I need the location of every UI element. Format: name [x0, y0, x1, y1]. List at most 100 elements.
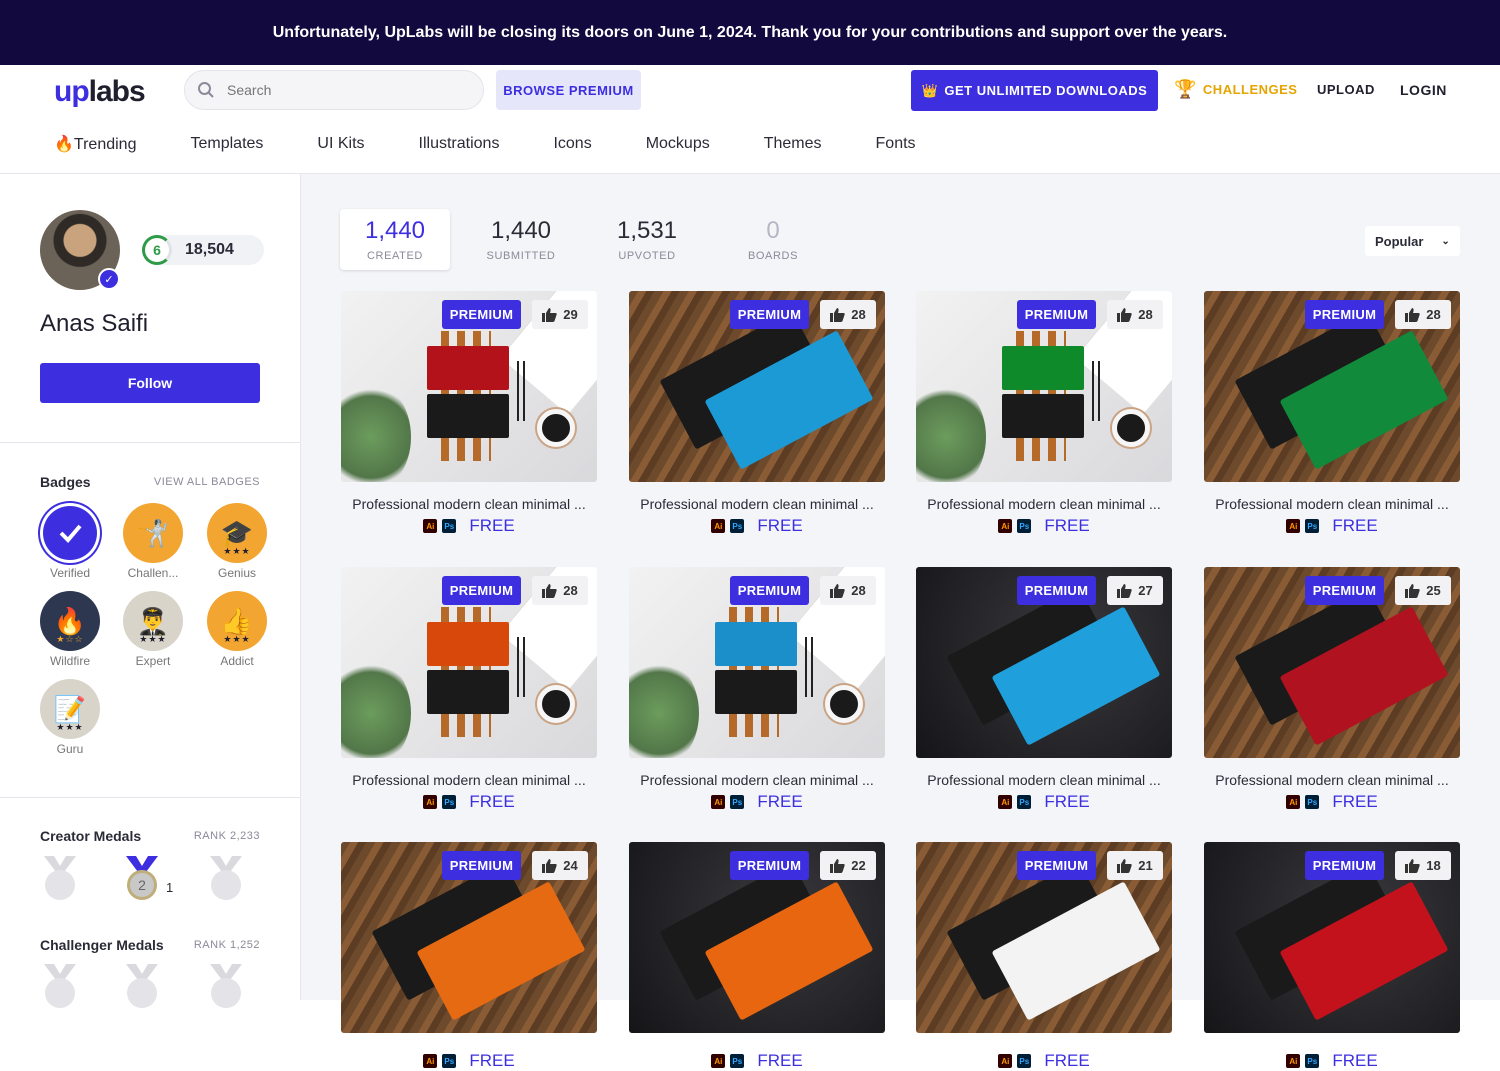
shot-thumbnail[interactable]: PREMIUM 28	[629, 567, 885, 758]
shot-thumbnail[interactable]: PREMIUM 28	[629, 291, 885, 482]
upload-link[interactable]: UPLOAD	[1317, 82, 1375, 97]
tab-upvoted[interactable]: 1,531 UPVOTED	[592, 209, 702, 270]
shot-thumbnail[interactable]: PREMIUM 27	[916, 567, 1172, 758]
badge-addict[interactable]: 👍 ★★★ Addict	[207, 591, 267, 668]
shot-card[interactable]: PREMIUM 29 Professional modern clean min…	[341, 291, 597, 536]
nav-item-icons[interactable]: Icons	[553, 135, 591, 153]
shot-thumbnail[interactable]: PREMIUM 18	[1204, 842, 1460, 1033]
shot-thumbnail[interactable]: PREMIUM 21	[916, 842, 1172, 1033]
shot-card[interactable]: PREMIUM 24 Ai Ps FREE	[341, 842, 597, 1071]
trophy-icon: 🏆	[1174, 79, 1197, 99]
shot-card[interactable]: PREMIUM 28 Professional modern clean min…	[1204, 291, 1460, 536]
shot-card[interactable]: PREMIUM 18 Ai Ps FREE	[1204, 842, 1460, 1071]
shot-title[interactable]: Professional modern clean minimal ...	[629, 496, 885, 512]
like-count: 28	[1426, 307, 1441, 322]
nav-item-templates[interactable]: Templates	[190, 135, 263, 153]
nav-item-trending[interactable]: 🔥Trending	[54, 134, 136, 154]
pencil-icon: 📝 ★★★	[40, 679, 100, 739]
shot-footer: Ai Ps FREE	[629, 792, 885, 812]
thumbs-up-icon	[1405, 307, 1420, 322]
shot-card[interactable]: PREMIUM 21 Ai Ps FREE	[916, 842, 1172, 1071]
shot-card[interactable]: PREMIUM 28 Professional modern clean min…	[341, 567, 597, 812]
stat-label: UPVOTED	[618, 250, 676, 262]
thumbs-up-icon	[542, 858, 557, 873]
stat-label: BOARDS	[747, 250, 799, 262]
shot-card[interactable]: PREMIUM 28 Professional modern clean min…	[916, 291, 1172, 536]
like-button[interactable]: 25	[1395, 576, 1451, 605]
login-link[interactable]: LOGIN	[1400, 82, 1447, 98]
shot-card[interactable]: PREMIUM 28 Professional modern clean min…	[629, 567, 885, 812]
like-button[interactable]: 28	[532, 576, 588, 605]
business-card-back	[427, 394, 509, 438]
tab-submitted[interactable]: 1,440 SUBMITTED	[466, 209, 576, 270]
shot-card[interactable]: PREMIUM 28 Professional modern clean min…	[629, 291, 885, 536]
badge-label: Guru	[56, 742, 84, 756]
nav-item-ui-kits[interactable]: UI Kits	[317, 135, 364, 153]
banner-text: Unfortunately, UpLabs will be closing it…	[272, 23, 1228, 41]
stat-value: 0	[766, 217, 780, 244]
get-unlimited-downloads-button[interactable]: 👑 GET UNLIMITED DOWNLOADS	[911, 70, 1158, 111]
shot-card[interactable]: PREMIUM 22 Ai Ps FREE	[629, 842, 885, 1071]
nav-item-themes[interactable]: Themes	[764, 135, 822, 153]
plant-image	[916, 382, 986, 482]
shot-thumbnail[interactable]: PREMIUM 25	[1204, 567, 1460, 758]
sort-select[interactable]: Popular ⌄	[1365, 226, 1460, 256]
shot-card[interactable]: PREMIUM 25 Professional modern clean min…	[1204, 567, 1460, 812]
tab-boards[interactable]: 0 BOARDS	[718, 209, 828, 270]
like-button[interactable]: 28	[1395, 300, 1451, 329]
search-input[interactable]	[227, 82, 457, 98]
shot-thumbnail[interactable]: PREMIUM 29	[341, 291, 597, 482]
like-button[interactable]: 22	[820, 851, 876, 880]
badge-challenger[interactable]: 🤺 Challen...	[123, 503, 183, 580]
like-count: 28	[851, 307, 866, 322]
like-button[interactable]: 28	[820, 300, 876, 329]
search-box[interactable]	[184, 70, 484, 110]
badge-guru[interactable]: 📝 ★★★ Guru	[40, 679, 100, 756]
browse-premium-button[interactable]: BROWSE PREMIUM	[496, 70, 641, 110]
tab-created[interactable]: 1,440 CREATED	[340, 209, 450, 270]
shot-footer: Ai Ps FREE	[341, 516, 597, 536]
like-button[interactable]: 29	[532, 300, 588, 329]
like-button[interactable]: 27	[1107, 576, 1163, 605]
shot-footer: Ai Ps FREE	[916, 792, 1172, 812]
shot-thumbnail[interactable]: PREMIUM 28	[1204, 291, 1460, 482]
shot-title[interactable]: Professional modern clean minimal ...	[341, 772, 597, 788]
nav-item-mockups[interactable]: Mockups	[646, 135, 710, 153]
like-button[interactable]: 24	[532, 851, 588, 880]
challenges-link[interactable]: 🏆 CHALLENGES	[1174, 79, 1297, 100]
view-all-badges-link[interactable]: VIEW ALL BADGES	[154, 476, 260, 488]
shot-footer: Ai Ps FREE	[1204, 792, 1460, 812]
badge-wildfire[interactable]: 🔥 ★☆☆ Wildfire	[40, 591, 100, 668]
shot-title[interactable]: Professional modern clean minimal ...	[916, 496, 1172, 512]
badge-expert[interactable]: 👨‍✈️ ★★★ Expert	[123, 591, 183, 668]
shot-title[interactable]: Professional modern clean minimal ...	[1204, 772, 1460, 788]
business-card-back	[427, 670, 509, 714]
shot-thumbnail[interactable]: PREMIUM 24	[341, 842, 597, 1033]
silver-medal-icon	[122, 964, 162, 1014]
follow-button[interactable]: Follow	[40, 363, 260, 403]
coffee-cup-image	[825, 685, 863, 723]
shot-title[interactable]: Professional modern clean minimal ...	[1204, 496, 1460, 512]
premium-badge: PREMIUM	[1017, 851, 1096, 880]
illustrator-icon: Ai	[998, 519, 1013, 533]
nav-item-fonts[interactable]: Fonts	[876, 135, 916, 153]
shot-title[interactable]: Professional modern clean minimal ...	[629, 772, 885, 788]
photoshop-icon: Ps	[442, 519, 457, 533]
illustrator-icon: Ai	[1286, 519, 1301, 533]
shot-thumbnail[interactable]: PREMIUM 28	[916, 291, 1172, 482]
like-button[interactable]: 18	[1395, 851, 1451, 880]
shot-thumbnail[interactable]: PREMIUM 28	[341, 567, 597, 758]
shot-title[interactable]: Professional modern clean minimal ...	[341, 496, 597, 512]
badge-genius[interactable]: 🎓 ★★★ Genius	[207, 503, 267, 580]
nav-item-illustrations[interactable]: Illustrations	[419, 135, 500, 153]
like-button[interactable]: 28	[820, 576, 876, 605]
shot-title[interactable]: Professional modern clean minimal ...	[916, 772, 1172, 788]
like-button[interactable]: 28	[1107, 300, 1163, 329]
shot-thumbnail[interactable]: PREMIUM 22	[629, 842, 885, 1033]
badge-verified[interactable]: Verified	[40, 503, 100, 580]
plant-image	[341, 382, 411, 482]
shot-card[interactable]: PREMIUM 27 Professional modern clean min…	[916, 567, 1172, 812]
free-label: FREE	[469, 792, 515, 811]
uplabs-logo[interactable]: uplabs	[54, 75, 146, 109]
like-button[interactable]: 21	[1107, 851, 1163, 880]
